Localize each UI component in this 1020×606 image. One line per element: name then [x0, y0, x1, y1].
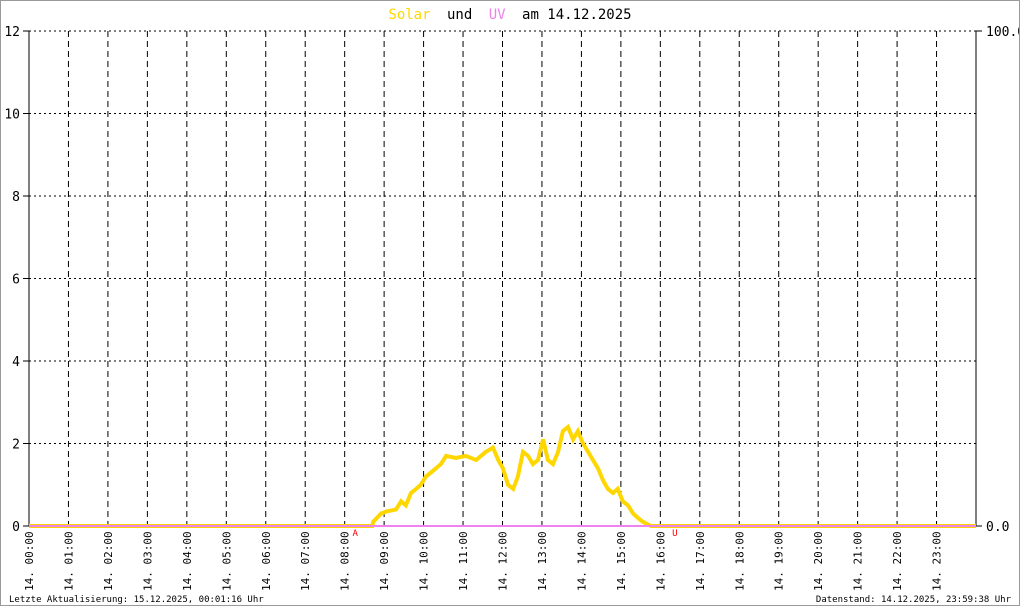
y-tick-label: 0 [12, 520, 20, 535]
y-tick-label: 10 [4, 108, 20, 123]
x-tick-label: 14. 08:00 [339, 531, 352, 591]
x-tick-label: 14. 21:00 [852, 531, 865, 591]
x-tick-label: 14. 14:00 [575, 531, 588, 591]
x-tick-label: 14. 12:00 [497, 531, 510, 591]
y-tick-label: 6 [12, 273, 20, 288]
y2-tick-label: 0.0 [986, 520, 1009, 535]
title-solar: Solar [388, 7, 430, 23]
y-tick-label: 12 [4, 25, 20, 40]
x-tick-label: 14. 15:00 [615, 531, 628, 591]
x-tick-label: 14. 02:00 [102, 531, 115, 591]
footer-data-status: Datenstand: 14.12.2025, 23:59:38 Uhr [816, 595, 1012, 605]
x-tick-label: 14. 04:00 [181, 531, 194, 591]
y-tick-label: 4 [12, 355, 20, 370]
x-tick-label: 14. 09:00 [378, 531, 391, 591]
x-tick-label: 14. 18:00 [733, 531, 746, 591]
x-tick-label: 14. 17:00 [694, 531, 707, 591]
chart-image: Solar und UV am 14.12.2025 0 2 4 6 8 10 12 14. … [0, 0, 1020, 606]
title-und: und [447, 7, 472, 23]
title-uv: UV [489, 7, 506, 23]
x-tick-label: 14. 05:00 [220, 531, 233, 591]
x-tick-label: 14. 19:00 [773, 531, 786, 591]
footer-last-update: Letzte Aktualisierung: 15.12.2025, 00:01… [9, 595, 264, 605]
x-tick-label: 14. 10:00 [418, 531, 431, 591]
x-tick-label: 14. 20:00 [812, 531, 825, 591]
y-tick-label: 8 [12, 190, 20, 205]
x-tick-label: 14. 22:00 [891, 531, 904, 591]
chart-title: Solar und UV am 14.12.2025 [388, 7, 631, 23]
sun-marker-a: A [353, 529, 359, 539]
solar-uv-chart: Solar und UV am 14.12.2025 0 2 4 6 8 10 12 14. … [4, 7, 1019, 605]
x-tick-label: 14. 11:00 [457, 531, 470, 591]
x-tick-label: 14. 03:00 [141, 531, 154, 591]
x-tick-label: 14. 00:00 [23, 531, 36, 591]
y-tick-label: 2 [12, 438, 20, 453]
x-tick-label: 14. 13:00 [536, 531, 549, 591]
x-tick-label: 14. 06:00 [260, 531, 273, 591]
x-tick-label: 14. 01:00 [62, 531, 75, 591]
x-tick-label: 14. 07:00 [299, 531, 312, 591]
y2-tick-label: 100.0 [986, 25, 1019, 40]
x-tick-label: 14. 16:00 [654, 531, 667, 591]
sun-marker-u: U [672, 529, 677, 539]
title-date: am 14.12.2025 [522, 7, 632, 23]
x-tick-label: 14. 23:00 [931, 531, 944, 591]
